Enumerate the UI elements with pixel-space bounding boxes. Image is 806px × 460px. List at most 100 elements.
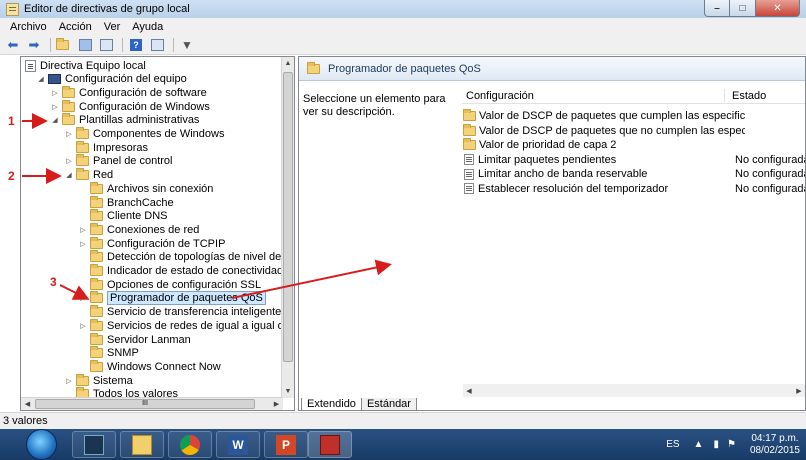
folder-icon	[90, 181, 103, 194]
setting-state: No configurada	[735, 182, 806, 195]
tree-item[interactable]: ◢ Red	[65, 168, 113, 182]
language-indicator[interactable]: ES	[666, 439, 679, 450]
word-icon[interactable]: W	[216, 431, 260, 458]
expanded-arrow-icon[interactable]: ◢	[37, 73, 45, 86]
scroll-right-icon[interactable]: ▶	[793, 384, 805, 397]
expanded-arrow-icon[interactable]: ◢	[51, 114, 59, 127]
tree-item[interactable]: Servidor Lanman	[79, 332, 191, 346]
action-center-flag-icon[interactable]: ⚑	[727, 439, 736, 450]
menu-ayuda[interactable]: Ayuda	[126, 21, 169, 33]
tree-horizontal-scrollbar[interactable]: ◀ III ▶	[21, 397, 283, 410]
tree-item[interactable]: ◢ Plantillas administrativas	[51, 113, 199, 127]
collapsed-arrow-icon[interactable]: ▷	[65, 374, 73, 387]
tree-item[interactable]: ▷ Configuración de TCPIP	[79, 236, 225, 250]
back-arrow-icon[interactable]: ⬅	[4, 37, 22, 53]
scroll-left-icon[interactable]: ◀	[21, 398, 34, 410]
collapsed-arrow-icon[interactable]: ▷	[79, 223, 87, 236]
setting-row[interactable]: Valor de DSCP de paquetes que no cumplen…	[463, 123, 805, 138]
tree-item[interactable]: ▷ Componentes de Windows	[65, 127, 224, 141]
close-button[interactable]: ✕	[756, 0, 800, 17]
app-icon	[6, 2, 19, 16]
collapsed-arrow-icon[interactable]: ▷	[79, 237, 87, 250]
tree-item[interactable]: Directiva Equipo local	[25, 59, 146, 72]
chrome-icon[interactable]	[168, 431, 212, 458]
annotation-marker-3: 3	[50, 275, 57, 289]
menu-ver[interactable]: Ver	[98, 21, 127, 33]
export-list-icon[interactable]	[97, 37, 115, 53]
collapsed-arrow-icon[interactable]: ▷	[51, 86, 59, 99]
collapsed-arrow-icon[interactable]: ▷	[51, 100, 59, 113]
tree-item[interactable]: Impresoras	[65, 140, 148, 154]
column-header-configuracion[interactable]: Configuración	[466, 90, 534, 102]
tree-item-label: Conexiones de red	[107, 223, 200, 236]
tree-item[interactable]: ▷ Sistema	[65, 373, 133, 387]
setting-row[interactable]: Limitar paquetes pendientes No configurad…	[463, 153, 805, 167]
tab-estandar[interactable]: Estándar	[361, 398, 417, 410]
properties-icon[interactable]	[148, 37, 166, 53]
column-separator[interactable]	[724, 89, 725, 102]
scroll-left-icon[interactable]: ◀	[463, 384, 475, 397]
no-expander	[79, 251, 87, 264]
collapsed-arrow-icon[interactable]: ▷	[79, 292, 87, 305]
tree-item[interactable]: ▷ Programador de paquetes QoS	[79, 291, 266, 306]
forward-arrow-icon[interactable]: ➡	[25, 37, 43, 53]
scroll-right-icon[interactable]: ▶	[270, 398, 283, 410]
tree-item[interactable]: ▷ Configuración de Windows	[51, 99, 210, 113]
tree-item[interactable]: Archivos sin conexión	[79, 181, 213, 195]
help-icon[interactable]: ?	[127, 37, 145, 53]
tree-vertical-scrollbar[interactable]: ▲ ▼	[281, 57, 294, 398]
expanded-arrow-icon[interactable]: ◢	[65, 169, 73, 182]
toolbar-separator	[122, 37, 123, 52]
collapsed-arrow-icon[interactable]: ▷	[65, 128, 73, 141]
maximize-button[interactable]: □	[730, 0, 756, 17]
scroll-thumb[interactable]	[283, 72, 293, 362]
tree-item[interactable]: ▷ Panel de control	[65, 154, 173, 168]
tree-item-label: Opciones de configuración SSL	[107, 278, 262, 291]
tree-item[interactable]: SNMP	[79, 346, 139, 360]
setting-row[interactable]: Valor de prioridad de capa 2	[463, 138, 805, 152]
tree-item[interactable]: Servicio de transferencia inteligente en…	[79, 305, 283, 319]
toolbox-app-icon[interactable]	[308, 431, 352, 458]
title-bar: Editor de directivas de grupo local – □ …	[0, 0, 806, 18]
scroll-down-icon[interactable]: ▼	[282, 385, 294, 398]
scroll-thumb[interactable]: III	[35, 399, 255, 409]
show-hidden-icons-icon[interactable]: ▲	[694, 439, 704, 450]
collapsed-arrow-icon[interactable]: ▷	[79, 319, 87, 332]
setting-row[interactable]: Establecer resolución del temporizador No…	[463, 182, 805, 196]
menu-archivo[interactable]: Archivo	[4, 21, 53, 33]
show-hide-tree-icon[interactable]	[76, 37, 94, 53]
start-orb-icon[interactable]	[26, 429, 57, 460]
tree-item[interactable]: Windows Connect Now	[79, 359, 221, 373]
status-bar: 3 valores	[0, 412, 806, 429]
clock[interactable]: 04:17 p.m. 08/02/2015	[750, 433, 800, 457]
folder-icon	[90, 195, 103, 208]
tree-item[interactable]: Detección de topologías de nivel de vínc…	[79, 250, 283, 264]
setting-row[interactable]: Valor de DSCP de paquetes que cumplen la…	[463, 109, 805, 123]
folder-icon	[76, 127, 89, 139]
folder-icon	[90, 209, 103, 222]
collapsed-arrow-icon[interactable]: ▷	[65, 155, 73, 168]
folder-icon	[90, 236, 103, 249]
ide-app-icon[interactable]	[72, 431, 116, 458]
tree-item[interactable]: Indicador de estado de conectividad de r…	[79, 264, 283, 278]
menu-accion[interactable]: Acción	[53, 21, 98, 33]
minimize-button[interactable]: –	[704, 0, 730, 17]
tree-item[interactable]: ▷ Servicios de redes de igual a igual de …	[79, 318, 283, 332]
list-horizontal-scrollbar[interactable]: ◀ ▶	[463, 384, 805, 397]
folder-icon	[90, 318, 103, 331]
powerpoint-icon[interactable]: P	[264, 431, 308, 458]
up-folder-icon[interactable]	[55, 37, 73, 53]
file-explorer-icon[interactable]	[120, 431, 164, 458]
network-icon[interactable]: ▮	[713, 439, 719, 450]
column-header-estado[interactable]: Estado	[732, 90, 766, 102]
scroll-up-icon[interactable]: ▲	[282, 57, 294, 70]
tree-item[interactable]: ▷ Configuración de software	[51, 85, 207, 99]
tree-item[interactable]: ◢ Configuración del equipo	[37, 73, 186, 86]
tree-item[interactable]: Cliente DNS	[79, 209, 168, 223]
tree-item[interactable]: ▷ Conexiones de red	[79, 222, 200, 236]
tree-item[interactable]: BranchCache	[79, 195, 174, 209]
tab-extendido[interactable]: Extendido	[301, 398, 362, 410]
filter-icon[interactable]: ▼	[178, 37, 196, 53]
tree-item[interactable]: Opciones de configuración SSL	[79, 277, 262, 291]
setting-row[interactable]: Limitar ancho de banda reservable No conf…	[463, 167, 805, 181]
